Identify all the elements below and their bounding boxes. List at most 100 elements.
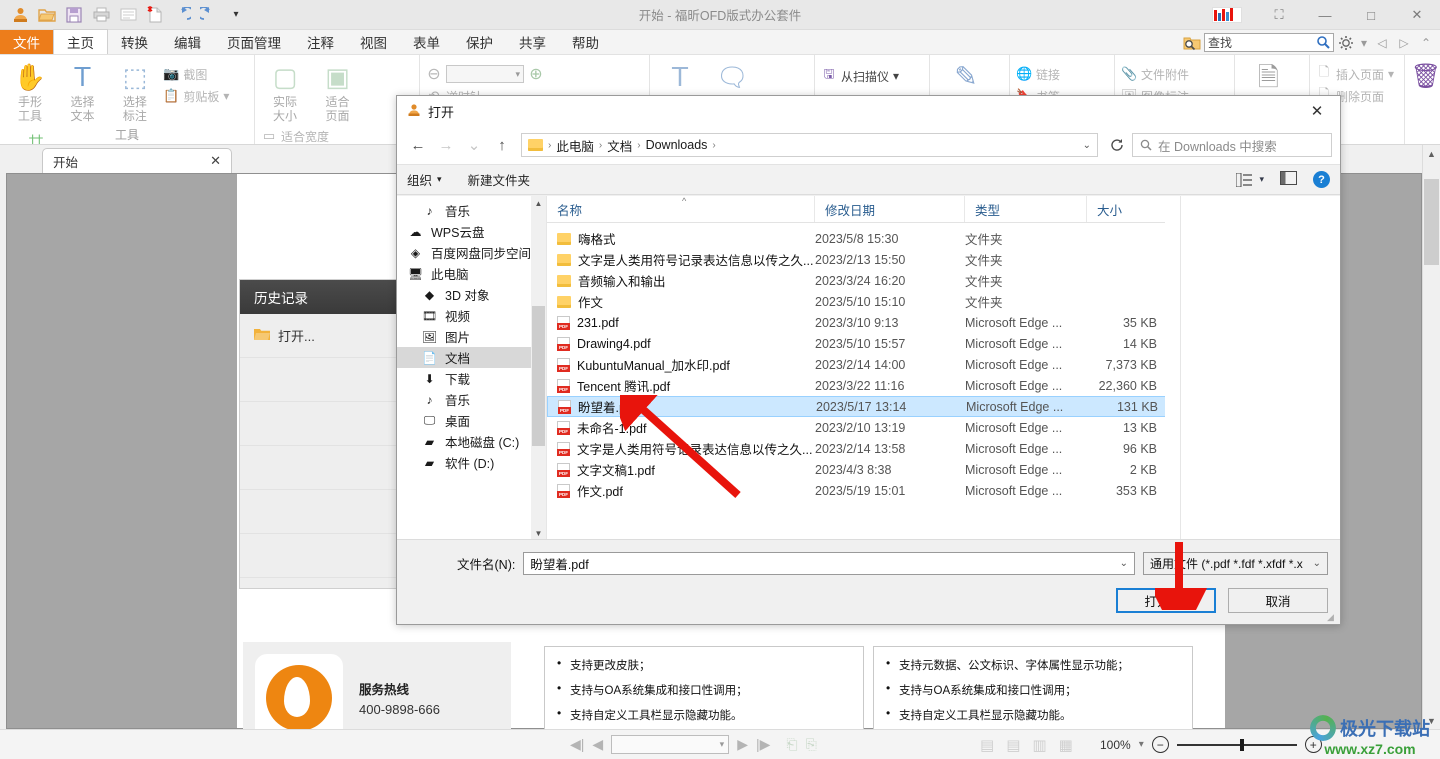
close-icon[interactable]: ✕	[210, 153, 221, 169]
facing-continuous-view-icon[interactable]: ▦	[1059, 736, 1073, 754]
breadcrumb-item-this-pc[interactable]: 此电脑	[556, 136, 594, 155]
user-icon[interactable]	[8, 3, 32, 27]
single-page-view-icon[interactable]: ▤	[980, 736, 994, 754]
fit-width-button[interactable]: ▭ 适合宽度	[261, 125, 329, 144]
save-icon[interactable]	[62, 3, 86, 27]
close-button[interactable]: ✕	[1394, 0, 1440, 30]
file-list-row[interactable]: KubuntuManual_加水印.pdf 2023/2/14 14:00 Micr…	[547, 354, 1180, 375]
breadcrumb-caret-icon[interactable]: ⌄	[1083, 140, 1091, 151]
nav-pane-item[interactable]: 🖵 桌面	[397, 410, 546, 431]
zoom-slider[interactable]	[1176, 738, 1297, 751]
collapse-ribbon-icon[interactable]: ⌃	[1416, 33, 1436, 53]
page-pin-button[interactable]: 🗎	[1241, 59, 1296, 95]
recent-locations-button[interactable]: ⌄	[461, 132, 487, 158]
page-combo-caret-icon[interactable]: ▾	[720, 739, 725, 750]
next-view-icon[interactable]: ⎘	[806, 736, 817, 753]
open-button[interactable]: 打开(O)	[1116, 588, 1216, 613]
last-page-icon[interactable]: |▶	[756, 736, 770, 753]
menu-item-edit[interactable]: 编辑	[161, 30, 214, 54]
nav-back-icon[interactable]: ◁	[1372, 33, 1392, 53]
zoom-slider-knob[interactable]	[1239, 738, 1244, 751]
file-list-row[interactable]: Tencent 腾讯.pdf 2023/3/22 11:16 Microsoft E…	[547, 375, 1180, 396]
insert-page-button[interactable]: 🗋 插入页面 ▾	[1316, 63, 1398, 85]
scrollbar-thumb[interactable]	[532, 306, 545, 446]
filename-caret-icon[interactable]: ⌄	[1120, 558, 1128, 569]
menu-item-convert[interactable]: 转换	[108, 30, 161, 54]
customize-caret-icon[interactable]: ▾	[224, 3, 248, 27]
actual-size-button[interactable]: ▢ 实际 大小	[261, 59, 309, 123]
file-attachment-button[interactable]: 📎 文件附件	[1121, 63, 1228, 85]
refresh-icon[interactable]	[1104, 132, 1130, 158]
file-list-row[interactable]: 未命名-1.pdf 2023/2/10 13:19 Microsoft Edge .…	[547, 417, 1180, 438]
filename-input[interactable]: 盼望着.pdf ⌄	[523, 552, 1135, 575]
navigation-pane[interactable]: ♪ 音乐 ☁ WPS云盘 ◈ 百度网盘同步空间 🖥 此电脑 ◆ 3D 对象 🎞 视频 🖼 图片 📄 文档 ⬇ 下载…	[397, 196, 547, 541]
minimize-button[interactable]: —	[1302, 0, 1348, 30]
sticky-note-button[interactable]: 🗨	[708, 59, 756, 95]
document-vertical-scrollbar[interactable]: ▲ ▼	[1422, 145, 1440, 729]
menu-item-view[interactable]: 视图	[347, 30, 400, 54]
filter-caret-icon[interactable]: ⌄	[1313, 558, 1321, 569]
nav-pane-item[interactable]: 🖥 此电脑	[397, 263, 546, 284]
web-publish-button[interactable]: 🗑	[1411, 59, 1440, 95]
menu-item-file[interactable]: 文件	[0, 30, 53, 54]
scrollbar-thumb[interactable]	[1424, 179, 1439, 265]
file-list-row[interactable]: 嗨格式 2023/5/8 15:30 文件夹	[547, 228, 1180, 249]
typewriter-button[interactable]: Ｔ	[656, 59, 704, 95]
redo-icon[interactable]	[197, 3, 221, 27]
select-text-button[interactable]: Ｔ 选择 文本	[58, 59, 106, 123]
prev-page-icon[interactable]: ◀	[592, 736, 603, 753]
file-list-row[interactable]: Drawing4.pdf 2023/5/10 15:57 Microsoft Edg…	[547, 333, 1180, 354]
menu-item-annotation[interactable]: 注释	[294, 30, 347, 54]
view-layout-button[interactable]: ▾	[1236, 172, 1264, 187]
scroll-up-icon[interactable]: ▲	[531, 196, 546, 211]
file-list-row[interactable]: 文字是人类用符号记录表达信息以传之久...2023/2/14 13:58 Micr…	[547, 438, 1180, 459]
settings-gear-icon[interactable]	[1336, 33, 1356, 53]
nav-pane-item[interactable]: ◆ 3D 对象	[397, 284, 546, 305]
nav-pane-item[interactable]: ♪ 音乐	[397, 389, 546, 410]
insert-page-caret-icon[interactable]: ▾	[1388, 67, 1394, 81]
file-list-row[interactable]: 音频输入和输出 2023/3/24 16:20 文件夹	[547, 270, 1180, 291]
organize-button[interactable]: 组织 ▾	[407, 170, 442, 189]
previous-view-icon[interactable]: ⎗	[786, 736, 797, 753]
breadcrumb-item-downloads[interactable]: Downloads	[646, 138, 708, 152]
menu-item-share[interactable]: 共享	[506, 30, 559, 54]
fit-page-button[interactable]: ▣ 适合 页面	[313, 59, 361, 123]
back-button[interactable]: ←	[405, 132, 431, 158]
clipboard-button[interactable]: 📋 剪贴板 ▾	[163, 85, 229, 107]
menu-item-protect[interactable]: 保护	[453, 30, 506, 54]
column-header-type[interactable]: 类型	[965, 196, 1087, 222]
next-page-icon[interactable]: ▶	[737, 736, 748, 753]
nav-pane-item[interactable]: ♪ 音乐	[397, 200, 546, 221]
restore-down-button[interactable]: ⛶	[1256, 0, 1302, 30]
nav-pane-item[interactable]: ☁ WPS云盘	[397, 221, 546, 242]
settings-caret-icon[interactable]: ▾	[1358, 33, 1370, 53]
help-button[interactable]: ?	[1313, 171, 1330, 188]
zoom-preset-caret-icon[interactable]: ▾	[1139, 739, 1144, 750]
menu-item-help[interactable]: 帮助	[559, 30, 612, 54]
file-list-row[interactable]: 作文 2023/5/10 15:10 文件夹	[547, 291, 1180, 312]
signature-button[interactable]: ✎	[936, 59, 996, 95]
resize-grip[interactable]: ◢	[1327, 612, 1337, 622]
search-folder-icon[interactable]	[1182, 33, 1202, 53]
scroll-up-icon[interactable]: ▲	[1423, 145, 1440, 162]
menu-item-home[interactable]: 主页	[53, 29, 108, 54]
new-folder-button[interactable]: 新建文件夹	[468, 170, 531, 189]
zoom-out-button[interactable]: −	[1151, 736, 1169, 753]
search-input[interactable]: 在 Downloads 中搜索	[1132, 133, 1332, 157]
screenshot-button[interactable]: 📷 截图	[163, 63, 229, 85]
file-list-row[interactable]: 作文.pdf 2023/5/19 15:01 Microsoft Edge ... 3…	[547, 480, 1180, 501]
menu-item-form[interactable]: 表单	[400, 30, 453, 54]
from-scanner-button[interactable]: 🖫 从扫描仪 ▾	[821, 65, 923, 87]
open-folder-icon[interactable]	[35, 3, 59, 27]
find-input[interactable]: 查找	[1204, 33, 1334, 52]
nav-pane-item[interactable]: 🖼 图片	[397, 326, 546, 347]
close-icon[interactable]: ✕	[1294, 96, 1340, 126]
link-button[interactable]: 🌐 链接	[1016, 63, 1108, 85]
facing-view-icon[interactable]: ▥	[1032, 736, 1046, 754]
nav-pane-item[interactable]: 🎞 视频	[397, 305, 546, 326]
clipboard-caret-icon[interactable]: ▾	[223, 89, 229, 103]
new-doc-icon[interactable]	[143, 3, 167, 27]
nav-pane-item[interactable]: ▰ 本地磁盘 (C:)	[397, 431, 546, 452]
nav-pane-item[interactable]: ⬇ 下载	[397, 368, 546, 389]
first-page-icon[interactable]: ◀|	[570, 736, 584, 753]
